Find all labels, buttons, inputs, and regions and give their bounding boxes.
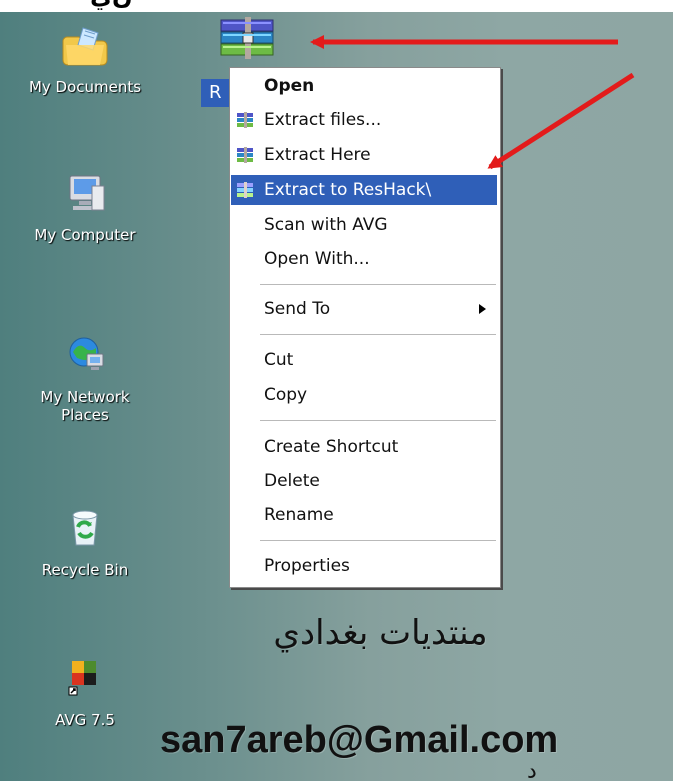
top-text-fragment: ن‌ي ᓪ: [90, 0, 650, 10]
menu-item-extract-here[interactable]: Extract Here: [231, 140, 497, 170]
menu-item-cut[interactable]: Cut: [231, 345, 497, 375]
desktop-icon-label: My Documents: [28, 78, 142, 96]
desktop-icon-my-computer[interactable]: My Computer: [0, 168, 170, 244]
menu-item-extract-files[interactable]: Extract files...: [231, 105, 497, 135]
menu-item-label: Rename: [264, 505, 334, 525]
menu-item-label: Open: [264, 76, 315, 96]
email-caption: san7areb@Gmail.com: [160, 719, 559, 761]
recycle-bin-icon: [72, 510, 98, 546]
menu-item-label: Cut: [264, 350, 294, 370]
menu-separator: [260, 284, 496, 285]
menu-item-extract-to-reshack[interactable]: Extract to ResHack\: [231, 175, 497, 205]
menu-item-send-to[interactable]: Send To: [231, 294, 497, 324]
menu-item-label: Extract files...: [264, 110, 382, 130]
menu-separator: [260, 420, 496, 421]
desktop-icon-label: Recycle Bin: [41, 561, 129, 579]
menu-item-label: Create Shortcut: [264, 437, 399, 457]
menu-item-open[interactable]: Open: [231, 71, 497, 101]
menu-item-label: Extract to ResHack\: [264, 180, 432, 200]
desktop-icon-recycle-bin[interactable]: Recycle Bin: [0, 503, 170, 579]
winrar-icon: [237, 182, 253, 198]
context-menu: Open Extract files... Extract Here Extra…: [229, 67, 501, 588]
menu-separator: [260, 540, 496, 541]
avg-icon: [68, 661, 96, 696]
bottom-text-fragment: د: [527, 763, 537, 781]
menu-item-create-shortcut[interactable]: Create Shortcut: [231, 432, 497, 462]
desktop-icon-label: AVG 7.5: [55, 711, 115, 729]
menu-item-scan-with-avg[interactable]: Scan with AVG: [231, 210, 497, 240]
menu-item-label: Send To: [264, 299, 331, 319]
menu-item-copy[interactable]: Copy: [231, 380, 497, 410]
desktop-icon-my-network-places[interactable]: My Network Places: [0, 330, 170, 424]
menu-item-label: Open With...: [264, 249, 370, 269]
menu-item-open-with[interactable]: Open With...: [231, 244, 497, 274]
winrar-icon: [237, 147, 253, 163]
desktop-icon-label: My Network Places: [40, 388, 130, 424]
menu-item-delete[interactable]: Delete: [231, 466, 497, 496]
desktop-icon-my-documents[interactable]: My Documents: [0, 20, 170, 96]
menu-item-label: Delete: [264, 471, 320, 491]
menu-separator: [260, 334, 496, 335]
menu-item-rename[interactable]: Rename: [231, 500, 497, 530]
arabic-caption: منتديات بغدادي: [273, 613, 488, 653]
winrar-icon: [237, 112, 253, 128]
middle-red-arrow: [487, 72, 635, 170]
desktop-icon-avg[interactable]: AVG 7.5: [0, 653, 170, 729]
folder-documents-icon: [62, 27, 108, 66]
desktop-background: ن‌ي ᓪ My Documents My Computer My N: [0, 0, 673, 781]
network-icon: [69, 337, 104, 370]
computer-icon: [69, 175, 105, 211]
menu-item-label: Scan with AVG: [264, 215, 388, 235]
menu-item-properties[interactable]: Properties: [231, 551, 497, 581]
menu-item-label: Copy: [264, 385, 308, 405]
desktop-icon-label: My Computer: [34, 226, 136, 244]
chevron-right-icon: [479, 304, 486, 314]
winrar-archive-icon[interactable]: [214, 13, 284, 66]
menu-item-label: Properties: [264, 556, 350, 576]
menu-item-label: Extract Here: [264, 145, 371, 165]
